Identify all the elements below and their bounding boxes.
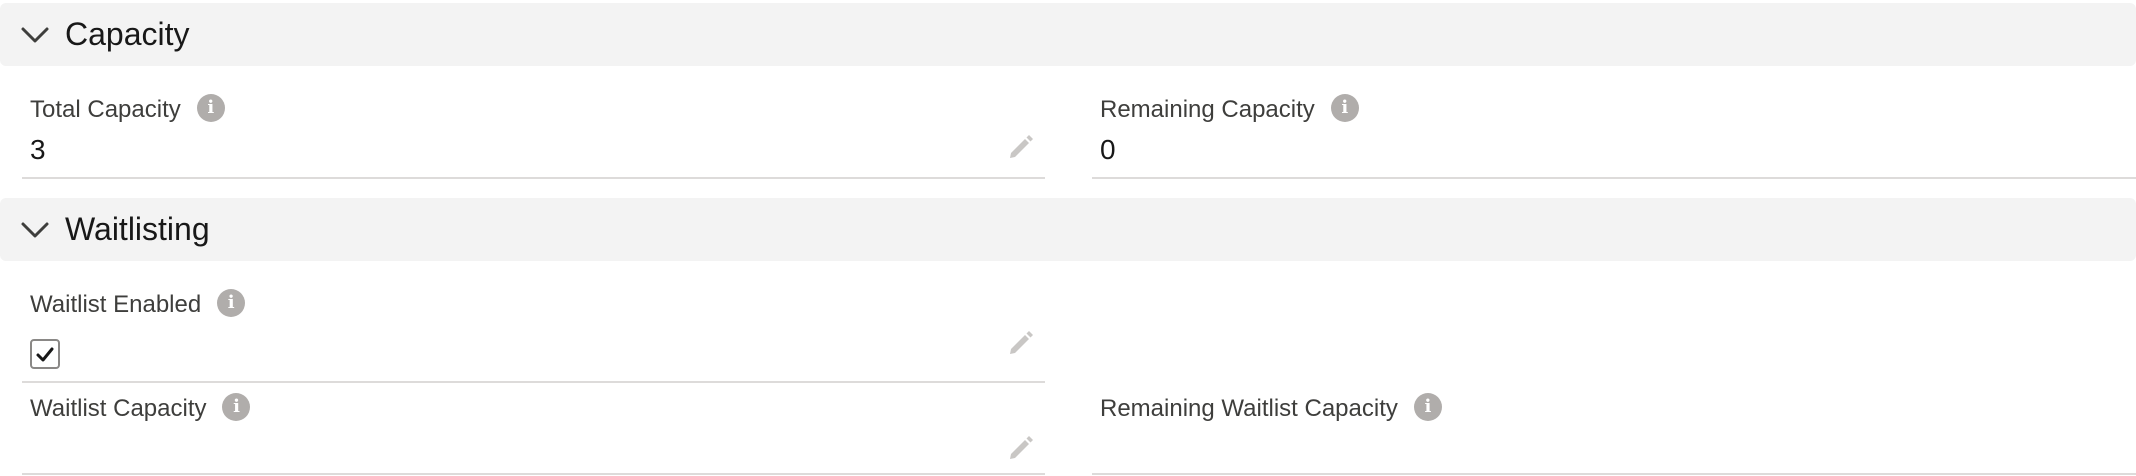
info-icon[interactable]: i: [196, 93, 225, 122]
remaining-capacity-value: 0: [1100, 134, 1116, 165]
waitlisting-section-title: Waitlisting: [65, 211, 210, 247]
waitlist-capacity-field: Waitlist Capacity i: [22, 392, 1045, 475]
info-icon[interactable]: i: [217, 288, 246, 317]
info-icon[interactable]: i: [1330, 93, 1359, 122]
pencil-icon[interactable]: [1006, 432, 1036, 462]
pencil-icon[interactable]: [1006, 327, 1036, 357]
pencil-icon[interactable]: [1006, 131, 1036, 161]
total-capacity-value: 3: [30, 134, 46, 165]
capacity-section-title: Capacity: [65, 16, 190, 52]
waitlist-enabled-field: Waitlist Enabled i: [22, 288, 1045, 383]
chevron-down-icon[interactable]: [20, 218, 50, 242]
total-capacity-label: Total Capacity i: [30, 93, 225, 125]
remaining-waitlist-capacity-label: Remaining Waitlist Capacity i: [1100, 392, 1442, 424]
remaining-waitlist-capacity-field: Remaining Waitlist Capacity i: [1092, 392, 2136, 475]
info-icon[interactable]: i: [222, 392, 251, 421]
total-capacity-field: Total Capacity i 3: [22, 93, 1045, 179]
waitlist-enabled-checkbox[interactable]: [30, 339, 60, 369]
waitlist-enabled-label: Waitlist Enabled i: [30, 288, 246, 320]
waitlist-capacity-label: Waitlist Capacity i: [30, 392, 251, 424]
remaining-capacity-label: Remaining Capacity i: [1100, 93, 1359, 125]
waitlisting-section-header[interactable]: Waitlisting: [0, 198, 2136, 261]
remaining-capacity-field: Remaining Capacity i 0: [1092, 93, 2136, 179]
capacity-section-header[interactable]: Capacity: [0, 3, 2136, 66]
checkmark-icon: [36, 347, 54, 362]
info-icon[interactable]: i: [1413, 392, 1442, 421]
chevron-down-icon[interactable]: [20, 23, 50, 47]
